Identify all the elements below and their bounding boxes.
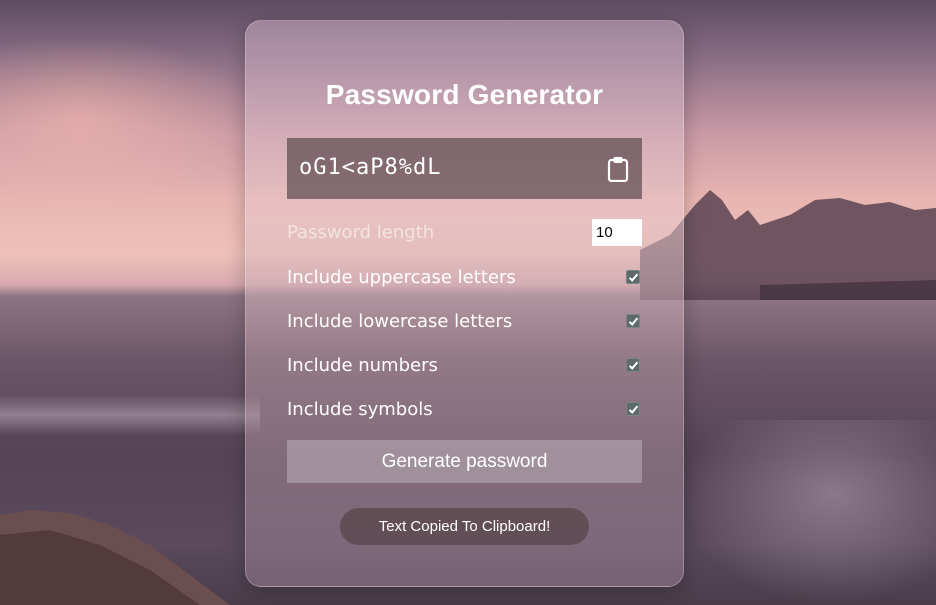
numbers-checkbox[interactable]: [626, 358, 640, 372]
option-label-symbols: Include symbols: [287, 399, 433, 420]
option-label-lowercase: Include lowercase letters: [287, 311, 513, 332]
checkmark-icon: [628, 317, 639, 326]
background-rocks: [0, 510, 230, 605]
option-label-numbers: Include numbers: [287, 355, 438, 376]
page-title: Password Generator: [325, 79, 604, 110]
lowercase-checkbox[interactable]: [626, 314, 640, 328]
uppercase-checkbox[interactable]: [626, 270, 640, 284]
option-row-numbers: Include numbers: [287, 352, 642, 380]
password-text: oG1<aP8%dL: [299, 155, 442, 180]
copied-toast: Text Copied To Clipboard!: [340, 508, 589, 545]
password-length-row: Password length: [287, 219, 642, 247]
password-generator-card: Password Generator oG1<aP8%dL Password l…: [245, 20, 684, 587]
password-display: oG1<aP8%dL: [287, 138, 642, 199]
checkmark-icon: [628, 405, 639, 414]
generate-password-button[interactable]: Generate password: [287, 440, 642, 483]
option-row-symbols: Include symbols: [287, 396, 642, 424]
option-row-uppercase: Include uppercase letters: [287, 264, 642, 292]
symbols-checkbox[interactable]: [626, 402, 640, 416]
option-row-lowercase: Include lowercase letters: [287, 308, 642, 336]
checkmark-icon: [628, 361, 639, 370]
clipboard-icon[interactable]: [606, 156, 630, 183]
option-label-uppercase: Include uppercase letters: [287, 267, 516, 288]
background-foam: [680, 420, 936, 605]
password-length-label: Password length: [287, 222, 435, 243]
checkmark-icon: [628, 273, 639, 282]
background-mountains: [640, 190, 936, 300]
password-length-input[interactable]: [592, 219, 642, 246]
background-wave: [0, 395, 260, 435]
